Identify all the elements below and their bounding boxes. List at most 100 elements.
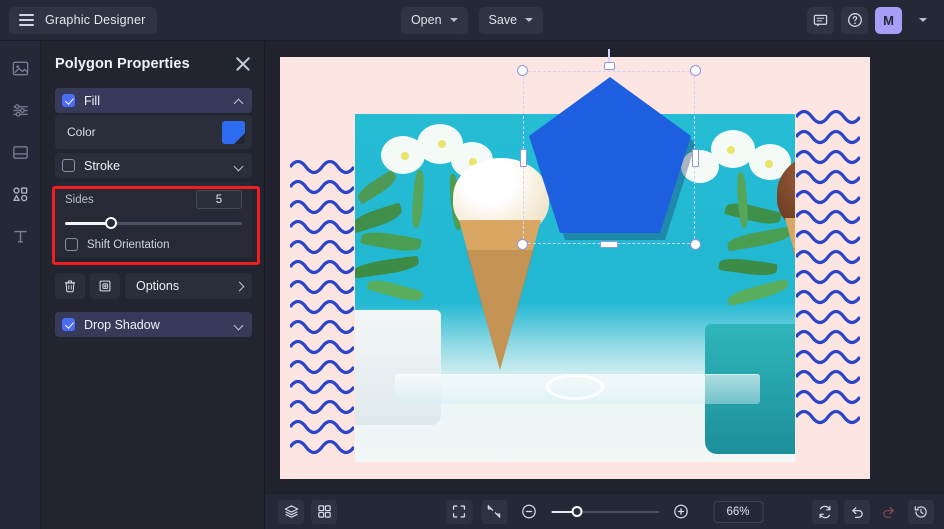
stroke-label: Stroke bbox=[84, 158, 121, 173]
redo-button[interactable] bbox=[876, 500, 902, 524]
sides-slider-thumb[interactable] bbox=[105, 217, 118, 229]
undo-button[interactable] bbox=[844, 499, 870, 524]
wave-pattern-left-icon bbox=[290, 159, 354, 455]
bottom-toolbar: 66% bbox=[265, 493, 944, 529]
hamburger-icon[interactable] bbox=[19, 14, 34, 26]
shift-orientation-row[interactable]: Shift Orientation bbox=[65, 238, 242, 253]
sidebar-item-shapes-tool[interactable] bbox=[7, 181, 33, 207]
fit-frame-button[interactable] bbox=[446, 499, 472, 524]
chevron-down-icon[interactable] bbox=[235, 162, 243, 170]
zoom-out-button[interactable] bbox=[516, 500, 542, 524]
history-button[interactable] bbox=[908, 499, 934, 524]
rotate-handle[interactable] bbox=[603, 62, 615, 70]
drop-shadow-label: Drop Shadow bbox=[84, 317, 160, 332]
duplicate-icon bbox=[99, 280, 111, 292]
page-title: Polygon Properties bbox=[55, 56, 190, 72]
zoom-in-icon bbox=[674, 504, 688, 519]
delete-button[interactable] bbox=[55, 273, 85, 299]
sides-label: Sides bbox=[65, 193, 94, 206]
sidebar-item-layout-tool[interactable] bbox=[7, 139, 33, 165]
comment-icon bbox=[813, 14, 828, 27]
shape-actions-row: Options bbox=[55, 273, 252, 299]
selection-overlay[interactable] bbox=[517, 49, 701, 250]
stroke-checkbox[interactable] bbox=[62, 159, 75, 172]
zoom-in-button[interactable] bbox=[668, 500, 694, 524]
history-icon bbox=[914, 505, 927, 518]
resize-handle-left-center[interactable] bbox=[519, 148, 527, 167]
stroke-section-header[interactable]: Stroke bbox=[55, 153, 252, 178]
avatar[interactable]: M bbox=[875, 6, 902, 34]
history-controls bbox=[812, 499, 934, 524]
resize-handle-right-center[interactable] bbox=[691, 148, 699, 167]
close-icon[interactable] bbox=[234, 55, 252, 73]
color-row: Color bbox=[55, 115, 252, 149]
help-button[interactable] bbox=[841, 6, 868, 34]
app-title: Graphic Designer bbox=[45, 13, 146, 27]
resize-handle-bottom-left[interactable] bbox=[517, 239, 528, 250]
zoom-slider-thumb[interactable] bbox=[571, 505, 583, 517]
top-bar-center-menus: Open Save bbox=[400, 6, 544, 34]
grid-button[interactable] bbox=[311, 499, 337, 524]
fill-section-header[interactable]: Fill bbox=[55, 88, 252, 113]
options-button[interactable]: Options bbox=[125, 273, 252, 299]
redo-icon bbox=[883, 506, 894, 518]
sidebar-item-text-tool[interactable] bbox=[7, 223, 33, 249]
save-menu-button[interactable]: Save bbox=[478, 6, 544, 34]
duplicate-button[interactable] bbox=[90, 273, 120, 299]
stand-ring bbox=[546, 374, 604, 400]
help-circle-icon bbox=[847, 13, 862, 27]
zoom-slider[interactable] bbox=[551, 504, 659, 520]
selection-border bbox=[523, 71, 695, 244]
chevron-down-icon bbox=[525, 18, 534, 22]
fit-content-button[interactable] bbox=[481, 499, 507, 524]
layers-icon bbox=[284, 505, 298, 518]
layout-frame-icon bbox=[12, 145, 28, 159]
refresh-button[interactable] bbox=[812, 499, 838, 524]
sliders-icon bbox=[12, 103, 28, 117]
chevron-down-icon bbox=[449, 18, 458, 22]
top-bar: Graphic Designer Open Save M bbox=[0, 0, 944, 41]
zoom-value-input[interactable]: 66% bbox=[713, 500, 763, 523]
account-menu-button[interactable] bbox=[909, 7, 936, 34]
shapes-icon bbox=[12, 186, 27, 201]
drop-shadow-checkbox[interactable] bbox=[62, 318, 75, 331]
resize-handle-bottom-right[interactable] bbox=[690, 239, 701, 250]
undo-icon bbox=[852, 506, 863, 518]
trash-icon bbox=[65, 280, 75, 293]
fill-checkbox[interactable] bbox=[62, 94, 75, 107]
sides-group: Sides 5 Shift Orientation bbox=[55, 182, 252, 258]
app-menu-chip[interactable]: Graphic Designer bbox=[9, 6, 158, 34]
properties-panel: Polygon Properties Fill Color Stroke Sid… bbox=[41, 41, 265, 529]
canvas-area[interactable] bbox=[265, 41, 944, 493]
drop-shadow-section-header[interactable]: Drop Shadow bbox=[55, 312, 252, 337]
chevron-up-icon[interactable] bbox=[235, 97, 243, 105]
sidebar-item-image-tool[interactable] bbox=[7, 55, 33, 81]
resize-handle-top-right[interactable] bbox=[690, 65, 701, 76]
comment-button[interactable] bbox=[807, 6, 834, 34]
open-menu-button[interactable]: Open bbox=[400, 6, 468, 34]
sidebar-item-adjustments-tool[interactable] bbox=[7, 97, 33, 123]
tool-rail bbox=[0, 41, 41, 529]
panel-header: Polygon Properties bbox=[55, 55, 252, 73]
color-label: Color bbox=[67, 125, 96, 139]
top-bar-right-actions: M bbox=[807, 6, 936, 34]
sides-slider[interactable] bbox=[65, 215, 242, 231]
sides-row: Sides 5 bbox=[65, 190, 242, 209]
refresh-icon bbox=[819, 505, 831, 518]
chevron-down-icon[interactable] bbox=[235, 321, 243, 329]
chevron-down-icon bbox=[918, 18, 927, 22]
zoom-out-icon bbox=[522, 504, 536, 519]
shift-orientation-checkbox[interactable] bbox=[65, 238, 78, 251]
wave-pattern-right-icon bbox=[796, 109, 860, 425]
layers-button[interactable] bbox=[278, 499, 304, 524]
fit-frame-icon bbox=[452, 505, 466, 518]
avatar-initial: M bbox=[883, 12, 894, 28]
image-icon bbox=[12, 61, 28, 75]
sides-value-input[interactable]: 5 bbox=[196, 190, 242, 209]
resize-handle-bottom-center[interactable] bbox=[600, 240, 618, 248]
artboard[interactable] bbox=[280, 49, 870, 479]
collapse-arrows-icon bbox=[487, 505, 501, 518]
resize-handle-top-left[interactable] bbox=[517, 65, 528, 76]
color-swatch[interactable] bbox=[222, 120, 245, 144]
text-t-icon bbox=[13, 230, 27, 243]
